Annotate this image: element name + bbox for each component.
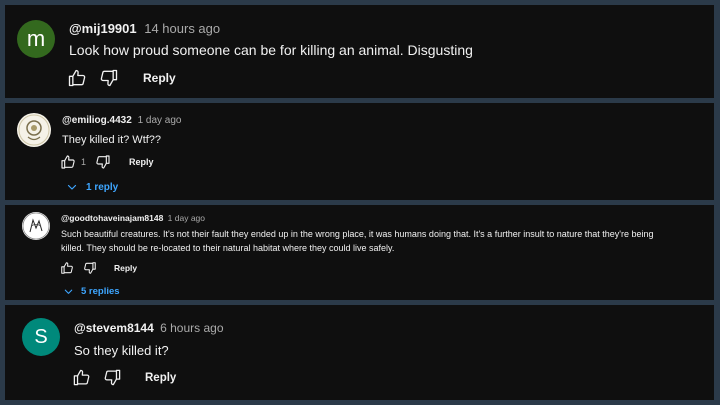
comment-actions: 1 Reply <box>60 154 154 170</box>
drawing-avatar-image <box>22 212 50 240</box>
comment-header: @mij19901 14 hours ago <box>69 21 220 36</box>
replies-count-label: 1 reply <box>86 181 119 193</box>
thumb-up-icon[interactable] <box>72 368 91 387</box>
chevron-down-icon <box>63 286 74 297</box>
comment-text: They killed it? Wtf?? <box>62 134 162 146</box>
thumb-down-icon[interactable] <box>95 154 111 170</box>
emblem-avatar-image <box>18 114 50 146</box>
avatar[interactable] <box>22 212 50 240</box>
comment-card: S @stevem8144 6 hours ago So they killed… <box>5 305 714 400</box>
reply-button[interactable]: Reply <box>143 71 176 85</box>
comment-card: m @mij19901 14 hours ago Look how proud … <box>5 5 714 98</box>
comment-text: Look how proud someone can be for killin… <box>69 42 473 58</box>
comment-actions: Reply <box>60 261 137 275</box>
reply-button[interactable]: Reply <box>145 372 176 384</box>
author-handle[interactable]: @emiliog.4432 <box>62 115 132 126</box>
timestamp[interactable]: 6 hours ago <box>160 321 223 335</box>
thumb-up-icon[interactable] <box>60 261 74 275</box>
author-handle[interactable]: @stevem8144 <box>74 321 154 335</box>
replies-count-label: 5 replies <box>81 286 120 297</box>
author-handle[interactable]: @goodtohaveinajam8148 <box>61 213 163 223</box>
comment-card: @goodtohaveinajam8148 1 day ago Such bea… <box>5 205 714 300</box>
author-handle[interactable]: @mij19901 <box>69 21 137 36</box>
comment-text: So they killed it? <box>74 343 169 358</box>
comment-actions: Reply <box>67 68 176 88</box>
comment-header: @goodtohaveinajam8148 1 day ago <box>61 213 205 223</box>
timestamp[interactable]: 1 day ago <box>138 115 182 126</box>
comment-actions: Reply <box>72 368 176 387</box>
thumb-up-icon[interactable] <box>67 68 87 88</box>
reply-button[interactable]: Reply <box>114 263 137 273</box>
thumb-down-icon[interactable] <box>99 68 119 88</box>
timestamp[interactable]: 1 day ago <box>168 213 205 223</box>
comment-text: Such beautiful creatures. It's not their… <box>61 228 711 255</box>
comment-header: @emiliog.4432 1 day ago <box>62 115 182 126</box>
like-count: 1 <box>81 157 87 167</box>
chevron-down-icon <box>66 181 78 193</box>
avatar[interactable]: m <box>17 20 55 58</box>
reply-button[interactable]: Reply <box>129 157 154 167</box>
avatar[interactable]: S <box>22 318 60 356</box>
thumb-up-icon[interactable] <box>60 154 76 170</box>
comment-text-line: Such beautiful creatures. It's not their… <box>61 229 654 239</box>
comment-card: @emiliog.4432 1 day ago They killed it? … <box>5 103 714 200</box>
view-replies-button[interactable]: 5 replies <box>63 286 120 297</box>
avatar[interactable] <box>17 113 51 147</box>
timestamp[interactable]: 14 hours ago <box>144 21 220 36</box>
comment-header: @stevem8144 6 hours ago <box>74 321 224 335</box>
thumb-down-icon[interactable] <box>83 261 97 275</box>
comment-text-line: killed. They should be re-located to the… <box>61 242 395 253</box>
view-replies-button[interactable]: 1 reply <box>66 181 118 193</box>
thumb-down-icon[interactable] <box>103 368 122 387</box>
